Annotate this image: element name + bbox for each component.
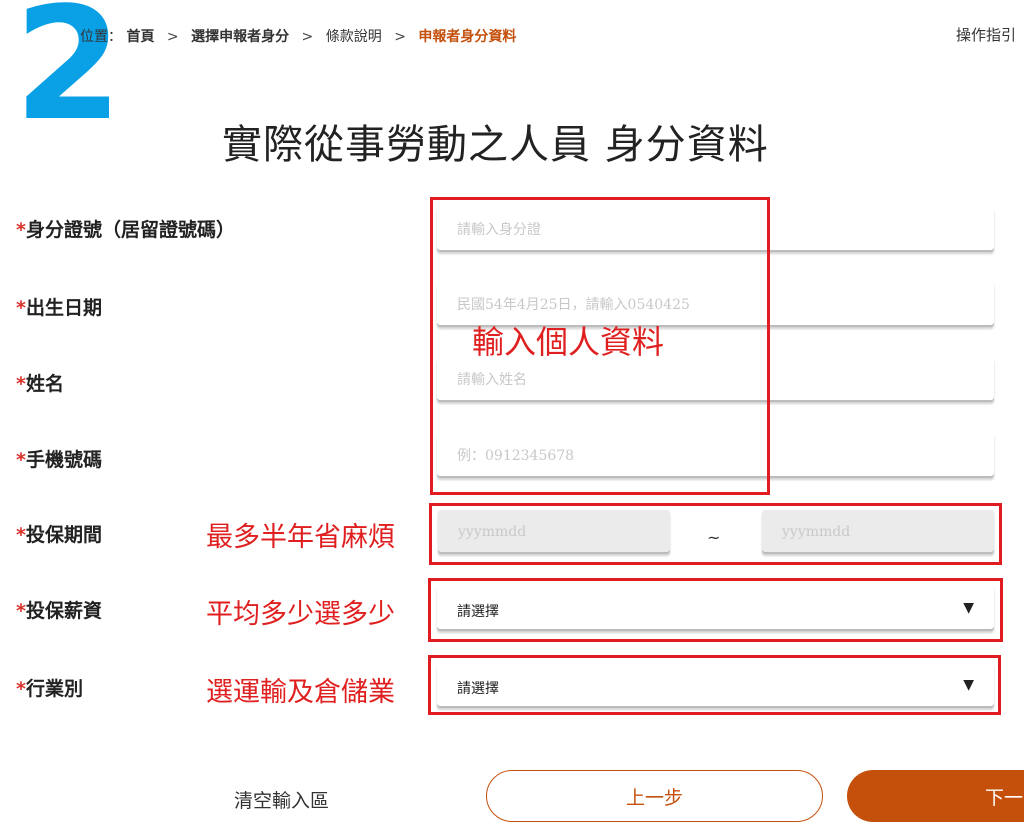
period-label-text: 投保期間 bbox=[25, 524, 102, 546]
required-mark: * bbox=[16, 600, 26, 622]
operation-guide-link[interactable]: 操作指引 bbox=[956, 24, 1016, 45]
breadcrumb: 位置： 首頁 > 選擇申報者身分 > 條款說明 > 申報者身分資料 bbox=[80, 26, 516, 46]
previous-step-label: 上一步 bbox=[625, 786, 683, 809]
birth-date-label-text: 出生日期 bbox=[25, 297, 102, 319]
id-number-label: *身分證號（居留證號碼） bbox=[16, 215, 235, 242]
required-mark: * bbox=[16, 678, 26, 700]
page-title: 實際從事勞動之人員 身分資料 bbox=[222, 122, 769, 168]
breadcrumb-identity-select[interactable]: 選擇申報者身分 bbox=[191, 29, 289, 45]
name-label-text: 姓名 bbox=[25, 373, 64, 395]
breadcrumb-home[interactable]: 首頁 bbox=[126, 29, 154, 45]
annotation-box-salary bbox=[428, 578, 1003, 642]
id-number-label-text: 身分證號（居留證號碼） bbox=[25, 219, 235, 241]
annotation-box-industry bbox=[428, 655, 1001, 715]
breadcrumb-current: 申報者身分資料 bbox=[418, 29, 517, 45]
annotation-personal: 輸入個人資料 bbox=[472, 323, 665, 361]
annotation-industry: 選運輸及倉儲業 bbox=[206, 677, 395, 708]
required-mark: * bbox=[16, 219, 26, 241]
clear-input-button[interactable]: 清空輸入區 bbox=[234, 786, 329, 813]
previous-step-button[interactable]: 上一步 bbox=[486, 770, 823, 822]
mobile-label: *手機號碼 bbox=[16, 445, 102, 472]
required-mark: * bbox=[16, 524, 26, 546]
next-step-button[interactable]: 下一 bbox=[847, 770, 1024, 822]
annotation-box-period bbox=[429, 503, 1002, 565]
birth-date-label: *出生日期 bbox=[16, 293, 102, 320]
salary-label-text: 投保薪資 bbox=[25, 600, 102, 622]
breadcrumb-separator: > bbox=[301, 29, 314, 45]
industry-label-text: 行業別 bbox=[25, 678, 83, 700]
breadcrumb-terms[interactable]: 條款說明 bbox=[326, 29, 382, 45]
industry-label: *行業別 bbox=[16, 674, 83, 701]
required-mark: * bbox=[16, 373, 26, 395]
salary-label: *投保薪資 bbox=[16, 596, 102, 623]
breadcrumb-separator: > bbox=[166, 29, 179, 45]
annotation-period: 最多半年省麻煩 bbox=[206, 522, 395, 553]
breadcrumb-prefix: 位置： bbox=[80, 29, 122, 45]
required-mark: * bbox=[16, 449, 26, 471]
annotation-salary: 平均多少選多少 bbox=[206, 599, 395, 630]
step-number: 2 bbox=[14, 0, 123, 155]
name-label: *姓名 bbox=[16, 369, 64, 396]
required-mark: * bbox=[16, 297, 26, 319]
mobile-label-text: 手機號碼 bbox=[25, 449, 102, 471]
period-label: *投保期間 bbox=[16, 520, 102, 547]
next-step-label: 下一 bbox=[985, 786, 1024, 809]
breadcrumb-separator: > bbox=[394, 29, 406, 45]
